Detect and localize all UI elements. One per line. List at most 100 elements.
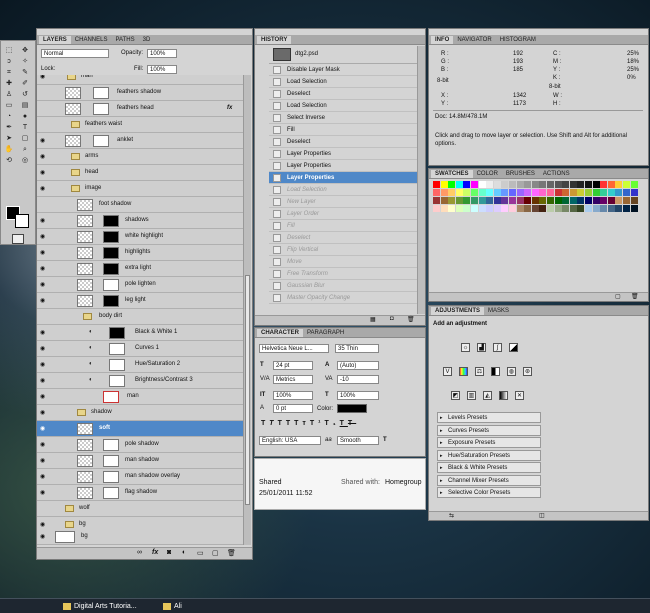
history-item[interactable]: Select Inverse <box>269 112 419 124</box>
color-swatch[interactable] <box>585 181 592 188</box>
color-swatch[interactable] <box>501 205 509 212</box>
layer-row[interactable]: ◉ ◐ Brightness/Contrast 3 <box>37 373 243 389</box>
stamp-tool-icon[interactable]: ♙ <box>3 89 15 100</box>
tab-paragraph[interactable]: PARAGRAPH <box>303 329 348 337</box>
color-swatch[interactable] <box>569 189 577 196</box>
color-swatch[interactable] <box>493 197 501 204</box>
history-item[interactable]: Deselect <box>269 88 419 100</box>
trash-icon[interactable]: 🗑 <box>631 293 639 300</box>
color-swatch[interactable] <box>577 181 585 188</box>
gradient-tool-icon[interactable]: ▤ <box>19 100 31 111</box>
scroll-thumb[interactable] <box>245 275 250 505</box>
zoom-tool-icon[interactable]: ⌕ <box>19 144 31 155</box>
color-swatch[interactable] <box>600 189 608 196</box>
color-swatch[interactable] <box>448 197 456 204</box>
eye-icon[interactable]: ◉ <box>40 490 46 496</box>
color-swatch[interactable] <box>455 189 463 196</box>
layer-row[interactable]: ◉ ◐ Black & White 1 <box>37 325 243 341</box>
history-item[interactable]: Fill <box>269 220 419 232</box>
color-swatch[interactable] <box>607 189 615 196</box>
3d-rotate-icon[interactable]: ⟲ <box>3 155 15 166</box>
history-item[interactable]: Load Selection <box>269 76 419 88</box>
eye-icon[interactable]: ◉ <box>40 75 46 80</box>
color-swatch[interactable] <box>592 197 600 204</box>
color-swatch[interactable] <box>433 205 440 212</box>
color-swatch[interactable] <box>471 205 478 212</box>
color-swatch[interactable] <box>585 189 592 196</box>
layer-row[interactable]: ◉ highlights <box>37 245 243 261</box>
eye-icon[interactable]: ◉ <box>40 394 46 400</box>
font-style-select[interactable]: 35 Thin <box>335 344 379 353</box>
gradient-map-icon[interactable] <box>499 391 508 400</box>
color-swatch[interactable] <box>607 197 615 204</box>
color-swatch[interactable] <box>501 181 509 188</box>
color-swatch[interactable] <box>486 205 494 212</box>
color-swatch[interactable] <box>493 189 501 196</box>
trash-icon[interactable]: 🗑 <box>407 316 415 323</box>
history-scrollbar[interactable] <box>417 46 425 314</box>
type-tool-icon[interactable]: T <box>19 122 31 133</box>
color-swatch[interactable] <box>585 205 592 212</box>
eye-icon[interactable]: ◉ <box>40 170 46 176</box>
clip-icon[interactable]: ◫ <box>539 512 545 519</box>
font-family-select[interactable]: Helvetica Neue L... <box>259 344 329 353</box>
layer-row[interactable]: ◉ pole lighten <box>37 277 243 293</box>
faux-italic-icon[interactable]: T <box>269 420 277 427</box>
layer-row[interactable]: ◉ flag shadow <box>37 485 243 501</box>
eye-icon[interactable]: ◉ <box>40 378 46 384</box>
layer-row[interactable]: ◉ image <box>37 181 243 197</box>
eye-icon[interactable]: ◉ <box>40 154 46 160</box>
marquee-tool-icon[interactable]: ⬚ <box>3 45 15 56</box>
lasso-tool-icon[interactable]: ↄ <box>3 56 15 67</box>
color-swatch[interactable] <box>463 181 471 188</box>
eye-icon[interactable]: ◉ <box>40 534 46 540</box>
swatch-grid[interactable] <box>433 181 639 215</box>
magic-wand-icon[interactable]: ✧ <box>19 56 31 67</box>
color-swatch[interactable] <box>516 181 524 188</box>
eye-icon[interactable]: ◉ <box>40 218 46 224</box>
taskbar-item-user[interactable]: Ali <box>162 601 182 612</box>
color-swatch[interactable] <box>531 197 539 204</box>
color-swatch[interactable] <box>455 205 463 212</box>
color-swatch[interactable] <box>607 181 615 188</box>
fx-icon[interactable]: fx <box>152 549 158 556</box>
color-swatch[interactable] <box>554 189 562 196</box>
dodge-tool-icon[interactable]: ● <box>19 111 31 122</box>
color-swatch[interactable] <box>547 197 554 204</box>
eye-icon[interactable]: ◉ <box>40 346 46 352</box>
new-layer-icon[interactable]: ▢ <box>212 549 219 557</box>
color-swatch[interactable] <box>547 189 554 196</box>
vscale-field[interactable]: 100% <box>273 391 313 400</box>
move-tool-icon[interactable]: ✥ <box>19 45 31 56</box>
hue-saturation-icon[interactable] <box>459 367 468 376</box>
color-swatch[interactable] <box>539 205 547 212</box>
healing-tool-icon[interactable]: ✚ <box>3 78 15 89</box>
history-item[interactable]: Disable Layer Mask <box>269 64 419 76</box>
tab-color[interactable]: COLOR <box>473 170 502 178</box>
color-swatch[interactable] <box>440 197 448 204</box>
color-swatch[interactable] <box>615 181 623 188</box>
3d-orbit-icon[interactable]: ◎ <box>19 155 31 166</box>
layer-row[interactable]: ◉ arms <box>37 149 243 165</box>
layer-row[interactable]: ◉ white highlight <box>37 229 243 245</box>
color-swatch[interactable] <box>592 205 600 212</box>
adjustment-layer-icon[interactable]: ◐ <box>182 549 186 556</box>
eye-icon[interactable]: ◉ <box>40 266 46 272</box>
color-swatch[interactable] <box>448 189 456 196</box>
new-swatch-icon[interactable]: ▢ <box>615 293 621 300</box>
history-item[interactable]: Layer Order <box>269 208 419 220</box>
history-item-selected[interactable]: Layer Properties <box>269 172 419 184</box>
color-swatch[interactable] <box>577 189 585 196</box>
color-swatch[interactable] <box>577 205 585 212</box>
tab-histogram[interactable]: HISTOGRAM <box>496 36 540 44</box>
color-swatch[interactable] <box>600 197 608 204</box>
color-swatch[interactable] <box>440 205 448 212</box>
preset-item[interactable]: Hue/Saturation Presets <box>437 449 541 461</box>
hscale-field[interactable]: 100% <box>337 391 379 400</box>
color-swatch[interactable] <box>478 181 486 188</box>
color-swatch[interactable] <box>554 181 562 188</box>
layer-row[interactable]: ◉ shadow <box>37 405 243 421</box>
color-swatch[interactable] <box>585 197 592 204</box>
color-swatch[interactable] <box>592 181 600 188</box>
layer-row[interactable]: ◉ man <box>37 389 243 405</box>
